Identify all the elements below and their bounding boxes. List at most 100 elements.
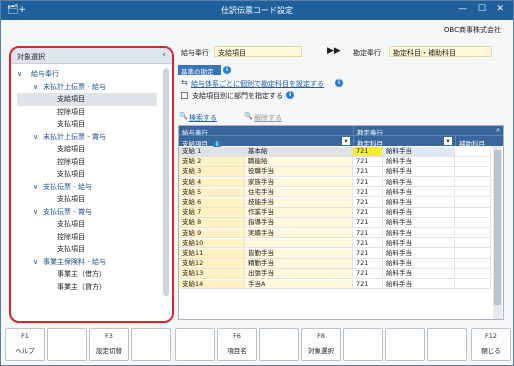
cell-account-code[interactable]: 721	[353, 198, 383, 208]
chevron-down-icon[interactable]: ∨	[33, 181, 38, 194]
tree-item[interactable]: 支払項目	[17, 243, 157, 256]
cell-sub-account[interactable]	[455, 167, 491, 177]
individual-setting-link[interactable]: 給与体系ごとに個別で勘定科目を設定する	[191, 79, 324, 89]
cell-account-code[interactable]: 721	[353, 177, 383, 188]
table-row[interactable]: 支給13 出張手当 721 給料手当	[179, 269, 491, 279]
tree-item[interactable]: 控除項目	[17, 156, 157, 169]
fkey-empty-button[interactable]	[47, 328, 87, 361]
cell-account-code[interactable]: 721	[353, 157, 383, 167]
tree-item[interactable]: 支払項目	[17, 218, 157, 231]
cell-account-code[interactable]: 721	[353, 147, 383, 157]
fkey-empty-button[interactable]	[259, 328, 299, 361]
grid-scrollbar-thumb[interactable]	[494, 150, 501, 305]
fkey-f6-button[interactable]: F6 項目名	[217, 328, 257, 361]
info-icon[interactable]: i	[286, 91, 294, 99]
cell-account-code[interactable]: 721	[353, 249, 383, 259]
fkey-empty-button[interactable]	[131, 328, 171, 361]
target-field[interactable]: 勘定科目・補助科目	[389, 46, 492, 57]
chevron-left-icon[interactable]: ‹	[162, 50, 166, 60]
cell-sub-account[interactable]	[455, 147, 491, 157]
table-row[interactable]: 支給 3 役職手当 721 給料手当	[179, 167, 491, 177]
tree-item[interactable]: 支払項目	[17, 168, 157, 181]
chevron-down-icon[interactable]: ∨	[17, 68, 22, 81]
fkey-empty-button[interactable]	[427, 328, 467, 361]
tree-group[interactable]: ∨ 支払伝票 - 賞与	[17, 206, 157, 219]
tree-group[interactable]: ∨ 事業主保険料 - 給与	[17, 256, 157, 269]
tree-item[interactable]: 事業主（貸方）	[17, 281, 157, 294]
table-row[interactable]: 支給 7 作業手当 721 給料手当	[179, 208, 491, 218]
table-row[interactable]: 支給12 精勤手当 721 給料手当	[179, 259, 491, 269]
search-link[interactable]: 検索する	[189, 113, 217, 123]
grid-search-icon[interactable]: ⌕	[496, 126, 500, 135]
fkey-empty-button[interactable]	[385, 328, 425, 361]
tree-item[interactable]: 支給項目	[17, 93, 157, 106]
cell-sub-account[interactable]	[455, 177, 491, 188]
panel-scrollbar[interactable]	[163, 68, 169, 296]
table-row[interactable]: 支給 2 職能給 721 給料手当	[179, 157, 491, 167]
cell-sub-account[interactable]	[455, 228, 491, 239]
cell-account-code[interactable]: 721	[353, 279, 383, 290]
cell-account-code[interactable]: 721	[353, 187, 383, 198]
tree-group[interactable]: ∨ 未払計上伝票 - 給与	[17, 81, 157, 94]
column-header-account[interactable]: 勘定科目 ▾	[353, 135, 455, 148]
table-row[interactable]: 支給10 721 給料手当	[179, 238, 491, 249]
filter-dropdown-icon[interactable]: ▾	[444, 137, 452, 145]
fkey-empty-button[interactable]	[343, 328, 383, 361]
fkey-empty-button[interactable]	[175, 328, 215, 361]
cell-account-code[interactable]: 721	[353, 228, 383, 239]
tree-item[interactable]: 事業主（借方）	[17, 268, 157, 281]
maximize-icon[interactable]: ☐	[478, 4, 486, 14]
cell-sub-account[interactable]	[455, 279, 491, 290]
column-header-sub[interactable]: 補助科目	[455, 135, 503, 148]
cell-sub-account[interactable]	[455, 208, 491, 218]
info-icon[interactable]: i	[223, 66, 231, 74]
table-row[interactable]: 支給 8 指導手当 721 給料手当	[179, 218, 491, 228]
table-row[interactable]: 支給 9 実績手当 721 給料手当	[179, 228, 491, 239]
cell-account-code[interactable]: 721	[353, 238, 383, 249]
tree-item[interactable]: 支給項目	[17, 143, 157, 156]
fkey-f1-button[interactable]: F1 ヘルプ	[5, 328, 45, 361]
table-row[interactable]: 支給 5 住宅手当 721 給料手当	[179, 187, 491, 198]
tree-item[interactable]: 支払項目	[17, 118, 157, 131]
close-icon[interactable]: ✕	[496, 4, 504, 14]
cell-account-code[interactable]: 721	[353, 208, 383, 218]
cell-account-code[interactable]: 721	[353, 269, 383, 279]
column-header-item[interactable]: 支給項目 i ▾	[179, 135, 353, 149]
table-row[interactable]: 支給14 手当A 721 給料手当	[179, 279, 491, 290]
fkey-f12-button[interactable]: F12 閉じる	[471, 328, 511, 361]
tree-group[interactable]: ∨ 未払計上伝票 - 賞与	[17, 131, 157, 144]
fkey-f8-button[interactable]: F8 対象選択	[301, 328, 341, 361]
tree-group[interactable]: ∨ 支払伝票 - 給与	[17, 181, 157, 194]
tree-item[interactable]: 支払項目	[17, 193, 157, 206]
tree-item[interactable]: 控除項目	[17, 106, 157, 119]
clear-link[interactable]: 解除する	[254, 113, 282, 123]
chevron-down-icon[interactable]: ∨	[33, 256, 38, 269]
chevron-down-icon[interactable]: ∨	[33, 131, 38, 144]
table-row[interactable]: 支給11 皆勤手当 721 給料手当	[179, 249, 491, 259]
cell-sub-account[interactable]	[455, 198, 491, 208]
tree-group[interactable]: ∨ 給与奉行	[17, 68, 157, 81]
info-icon[interactable]: i	[335, 79, 343, 87]
cell-sub-account[interactable]	[455, 249, 491, 259]
cell-account-code[interactable]: 721	[353, 167, 383, 177]
cell-sub-account[interactable]	[455, 259, 491, 269]
tree-item[interactable]: 控除項目	[17, 231, 157, 244]
cell-sub-account[interactable]	[455, 157, 491, 167]
cell-sub-account[interactable]	[455, 218, 491, 228]
cell-account-code[interactable]: 721	[353, 259, 383, 269]
table-row[interactable]: 支給 1 基本給 721 給料手当	[179, 147, 491, 157]
table-row[interactable]: 支給 4 家族手当 721 給料手当	[179, 177, 491, 188]
cell-sub-account[interactable]	[455, 269, 491, 279]
chevron-down-icon[interactable]: ∨	[33, 81, 38, 94]
source-field[interactable]: 支給項目	[214, 46, 302, 57]
dept-checkbox[interactable]	[181, 92, 188, 99]
fkey-f3-button[interactable]: F3 設定切替	[89, 328, 129, 361]
minimize-icon[interactable]: —	[458, 4, 467, 14]
cell-sub-account[interactable]	[455, 187, 491, 198]
grid-scrollbar[interactable]	[493, 146, 502, 319]
chevron-down-icon[interactable]: ∨	[33, 206, 38, 219]
cell-account-code[interactable]: 721	[353, 218, 383, 228]
cell-sub-account[interactable]	[455, 238, 491, 249]
table-row[interactable]: 支給 6 技能手当 721 給料手当	[179, 198, 491, 208]
filter-dropdown-icon[interactable]: ▾	[342, 137, 350, 145]
